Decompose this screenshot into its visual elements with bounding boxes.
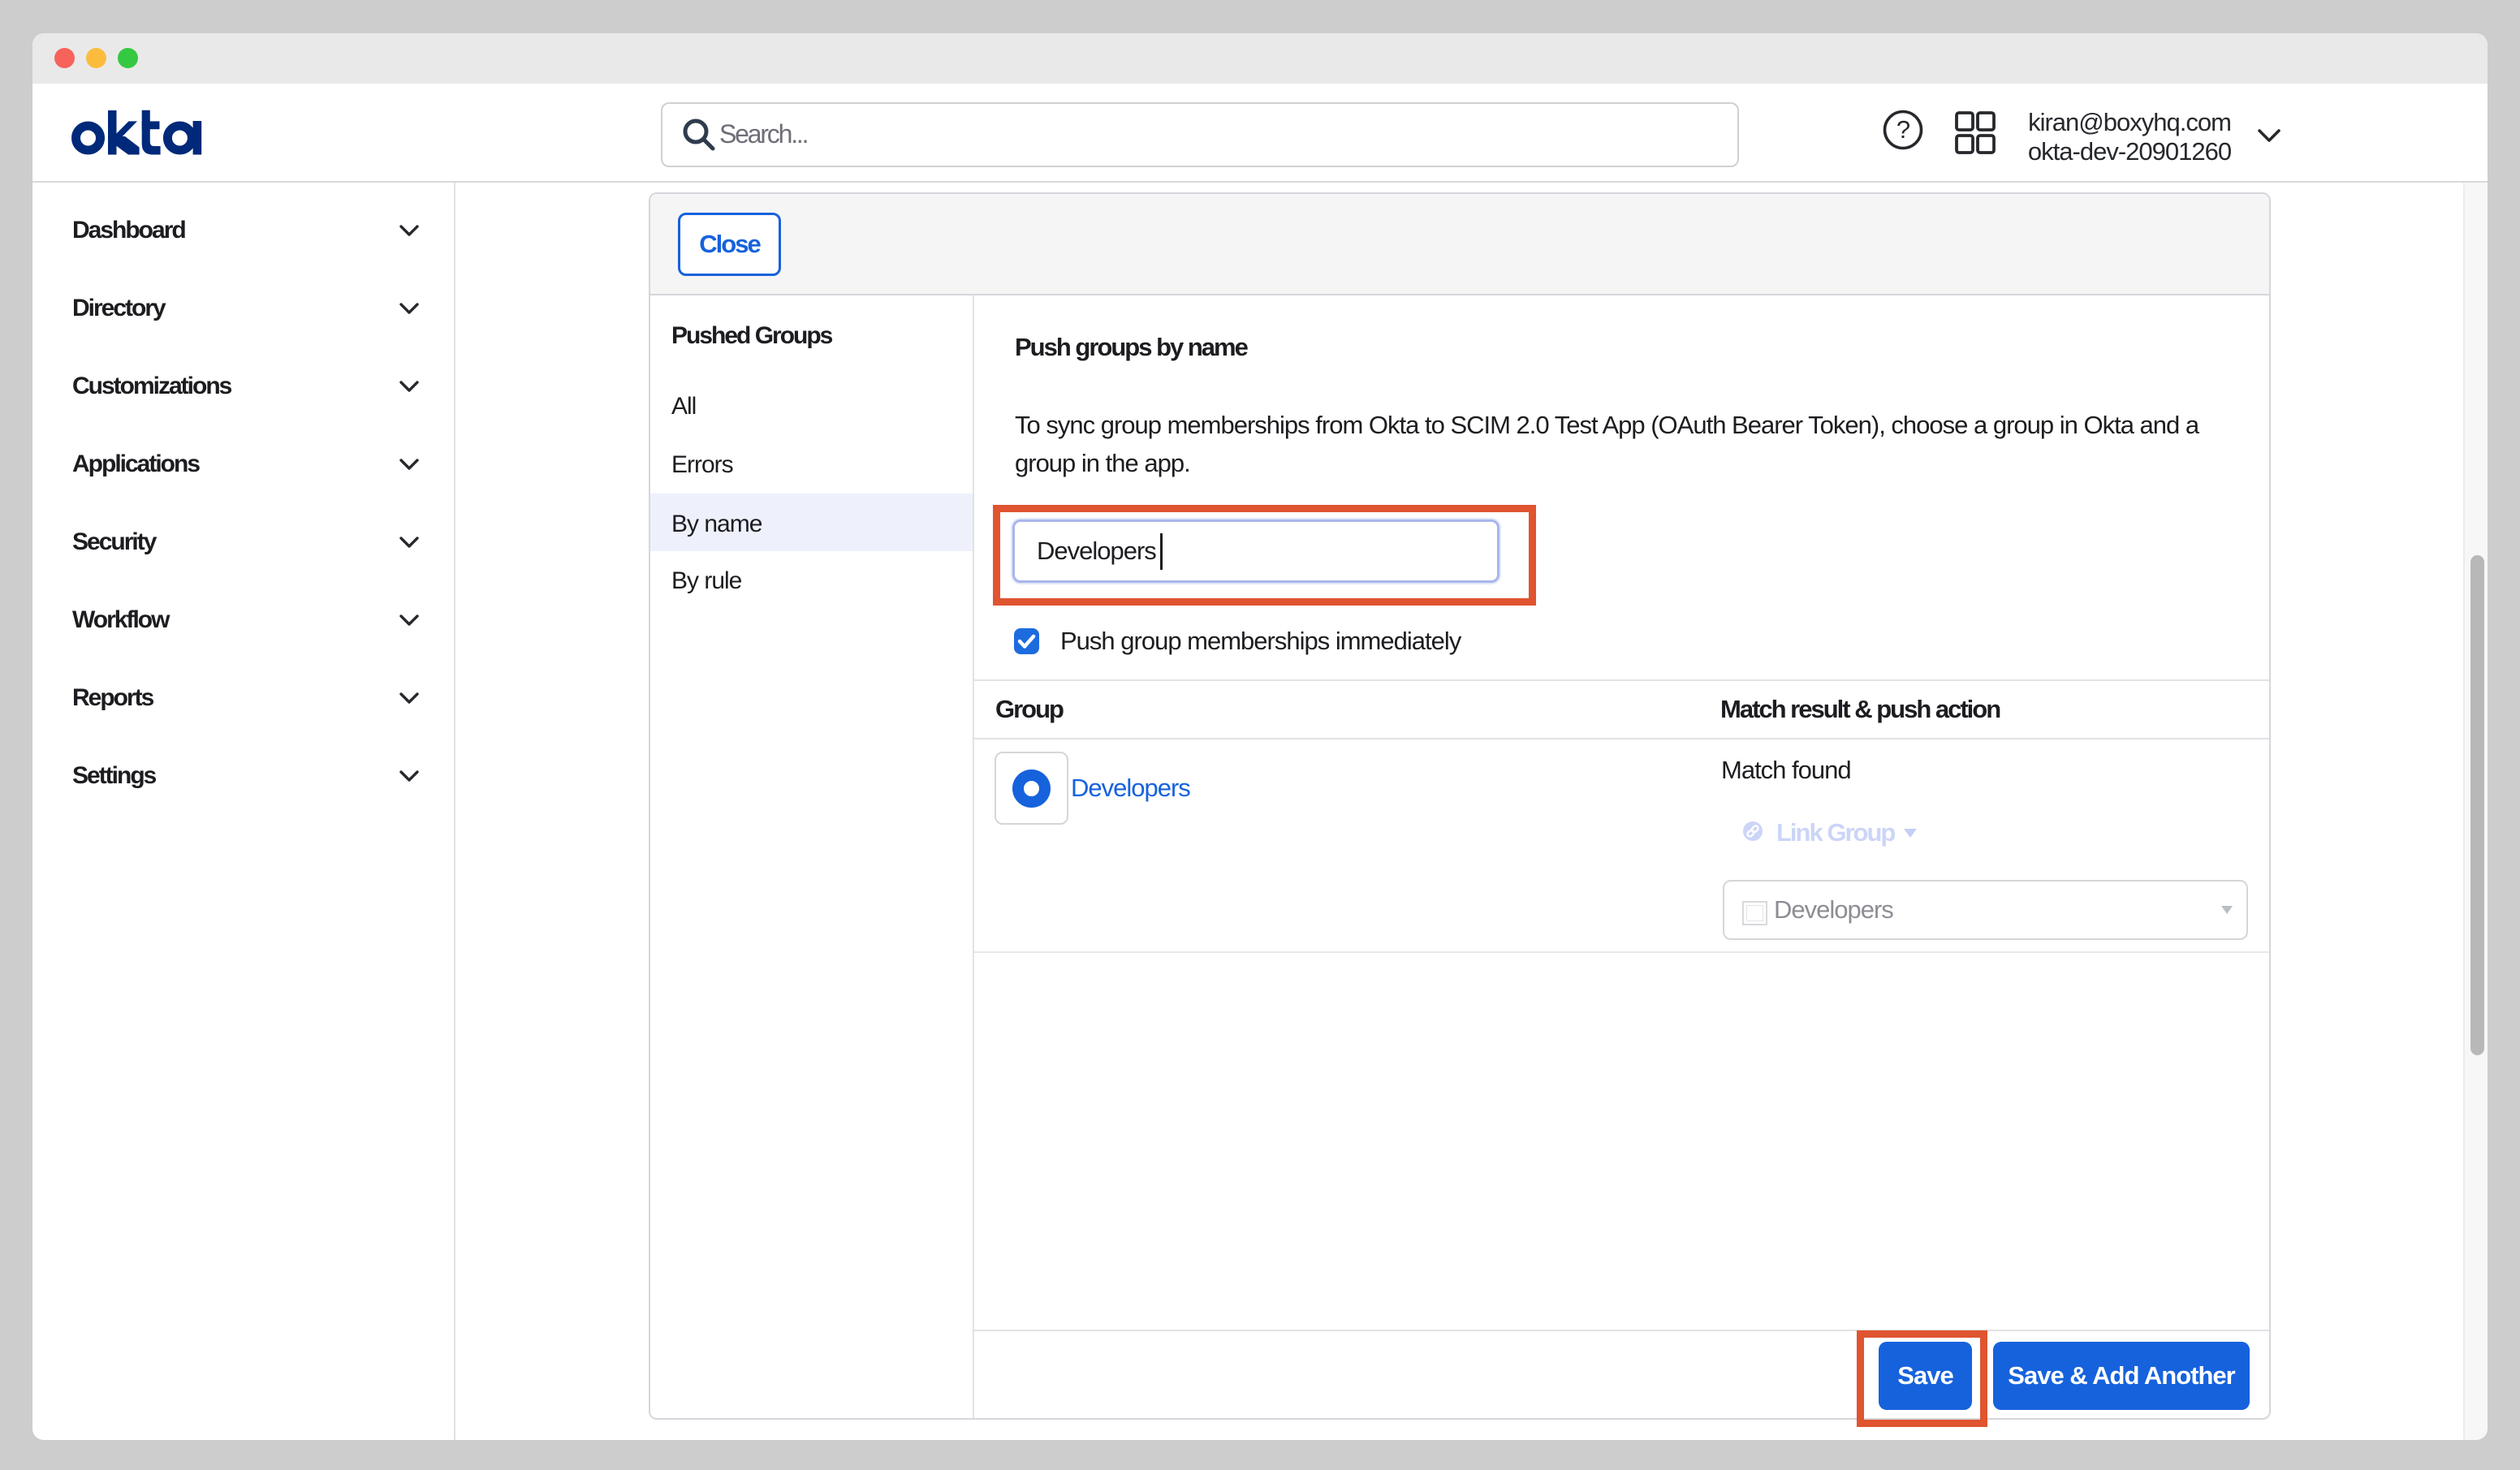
svg-text:?: ?: [1896, 115, 1910, 144]
